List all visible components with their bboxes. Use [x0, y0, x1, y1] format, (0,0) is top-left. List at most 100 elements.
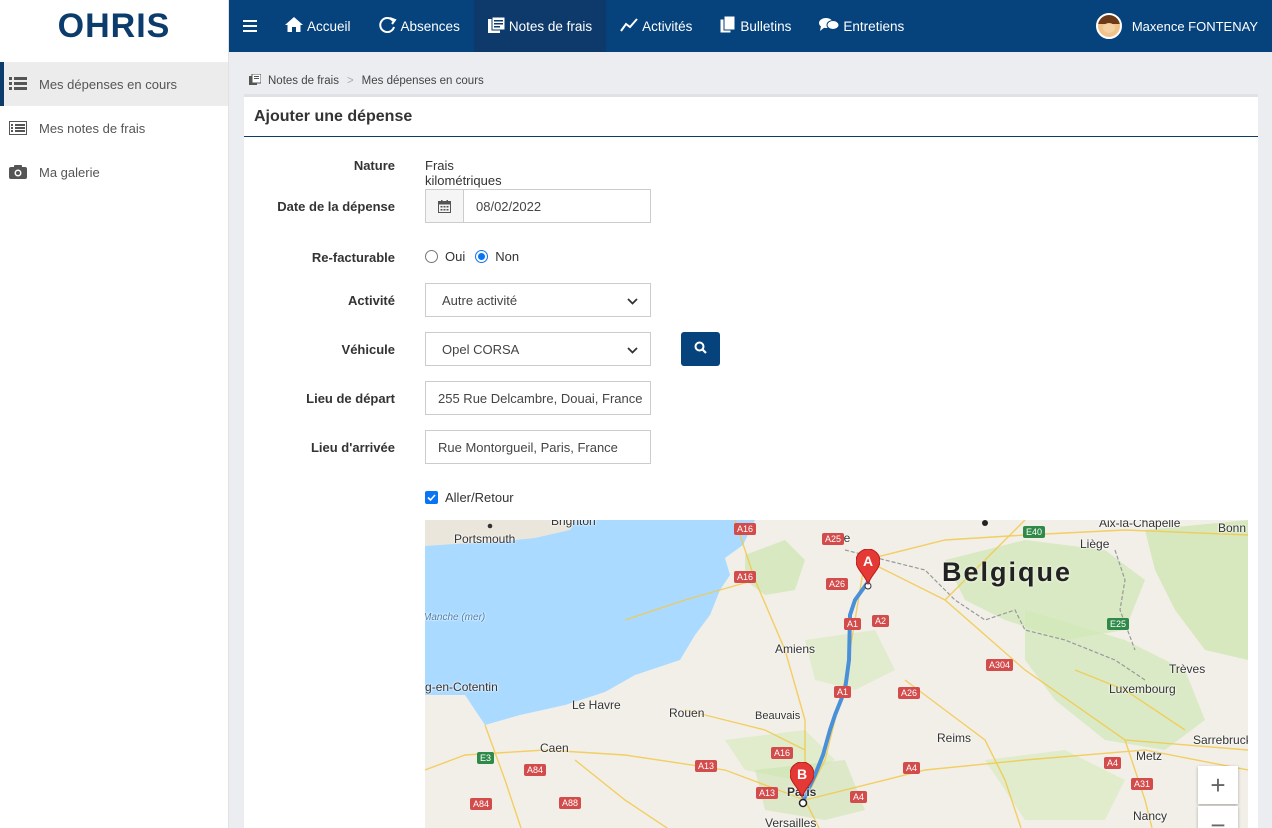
- absence-icon: [378, 16, 401, 36]
- date-row: Date de la dépense 08/02/2022: [244, 189, 651, 223]
- radio-button[interactable]: [425, 250, 438, 263]
- aller-retour-checkbox[interactable]: Aller/Retour: [425, 490, 514, 505]
- marker-label: A: [862, 553, 874, 569]
- vehicle-search-button[interactable]: [681, 332, 720, 366]
- road-shield: A16: [771, 747, 794, 759]
- breadcrumb-separator: >: [346, 75, 354, 87]
- sidebar-item-mes-notes[interactable]: Mes notes de frais: [0, 106, 228, 150]
- road-shield: A4: [903, 762, 921, 774]
- sidebar-item-ma-galerie[interactable]: Ma galerie: [0, 150, 228, 194]
- breadcrumb: Notes de frais > Mes dépenses en cours: [249, 73, 484, 88]
- map-city: Rouen: [669, 706, 705, 720]
- radio-button-checked[interactable]: [475, 250, 489, 263]
- road-shield: A4: [850, 791, 868, 803]
- map-city: Beauvais: [755, 710, 801, 722]
- nav-label: Bulletins: [740, 18, 792, 34]
- map-background: [425, 520, 1248, 828]
- map-city: Portsmouth: [454, 532, 516, 546]
- radio-label: Oui: [445, 249, 466, 264]
- refacturable-row: Re-facturable Oui Non: [244, 247, 519, 267]
- logo[interactable]: OHRIS: [0, 0, 228, 52]
- expense-icon: [249, 73, 262, 88]
- home-icon: [285, 17, 307, 35]
- breadcrumb-current: Mes dépenses en cours: [361, 75, 484, 87]
- map-country-label: Belgique: [942, 557, 1073, 587]
- road-shield: A4: [1104, 757, 1122, 769]
- activite-label: Activité: [348, 292, 395, 308]
- road-shield: A1: [834, 686, 852, 698]
- map-city: Metz: [1136, 749, 1163, 763]
- road-shield: A13: [756, 787, 779, 799]
- sidebar-item-label: Mes notes de frais: [39, 120, 146, 136]
- map-city: Trèves: [1169, 662, 1206, 676]
- sidebar-item-label: Mes dépenses en cours: [39, 76, 178, 92]
- map-city: Le Havre: [572, 698, 621, 712]
- activite-select[interactable]: Autre activité: [425, 283, 651, 317]
- map-city: Nancy: [1133, 809, 1168, 823]
- date-label: Date de la dépense: [277, 198, 395, 214]
- input-value: 255 Rue Delcambre, Douai, France: [438, 390, 643, 406]
- map-city: Brighton: [551, 520, 596, 528]
- sidebar-item-mes-depenses[interactable]: Mes dépenses en cours: [0, 62, 228, 106]
- nav-notes-de-frais[interactable]: Notes de frais: [473, 0, 607, 52]
- map-city: Liège: [1080, 537, 1110, 551]
- date-field[interactable]: 08/02/2022: [425, 189, 651, 223]
- nav-entretiens[interactable]: Entretiens: [805, 0, 918, 52]
- route-map[interactable]: Belgique Brighton Portsmouth Lille Aix-l…: [425, 520, 1248, 828]
- nav-activites[interactable]: Activités: [606, 0, 706, 52]
- search-icon: [694, 341, 707, 357]
- zoom-in-button[interactable]: +: [1198, 766, 1238, 804]
- expense-icon: [487, 16, 509, 36]
- top-navbar: Accueil Absences Notes de frais Activité…: [229, 0, 1272, 52]
- road-shield: A31: [1131, 778, 1154, 790]
- marker-b-icon[interactable]: B: [790, 762, 814, 798]
- road-shield: A13: [695, 760, 718, 772]
- road-shield: A84: [524, 764, 547, 776]
- list-icon: [9, 77, 39, 91]
- marker-label: B: [796, 766, 808, 782]
- marker-a-icon[interactable]: A: [856, 549, 880, 585]
- files-icon: [719, 15, 740, 36]
- map-sea-label: Manche (mer): [425, 612, 486, 623]
- user-name: Maxence FONTENAY: [1131, 18, 1258, 34]
- map-city: Bonn: [1218, 521, 1247, 535]
- nav-label: Activités: [642, 18, 693, 34]
- nav-label: Entretiens: [843, 18, 905, 34]
- radio-oui[interactable]: Oui: [425, 249, 465, 264]
- user-menu[interactable]: Maxence FONTENAY: [1095, 0, 1258, 52]
- calendar-icon[interactable]: [426, 190, 464, 222]
- refacturable-label: Re-facturable: [311, 249, 395, 265]
- map-city: Amiens: [775, 642, 816, 656]
- hamburger-icon[interactable]: [229, 0, 271, 52]
- arrivee-row: Lieu d'arrivée Rue Montorgueil, Paris, F…: [244, 430, 651, 464]
- arrivee-input[interactable]: Rue Montorgueil, Paris, France: [425, 430, 651, 464]
- nature-label: Nature: [353, 157, 395, 173]
- logo-text: OHRIS: [57, 6, 171, 45]
- nav-absences[interactable]: Absences: [365, 0, 474, 52]
- check-icon[interactable]: [425, 491, 438, 504]
- nature-value: Frais kilométriques: [425, 158, 502, 188]
- vehicule-row: Véhicule Opel CORSA: [244, 332, 720, 366]
- nav-bulletins[interactable]: Bulletins: [706, 0, 805, 52]
- sidebar-item-label: Ma galerie: [39, 164, 100, 180]
- chart-line-icon: [620, 17, 642, 35]
- nav-accueil[interactable]: Accueil: [271, 0, 365, 52]
- add-expense-panel: Ajouter une dépense Nature Frais kilomét…: [244, 94, 1258, 828]
- radio-non[interactable]: Non: [475, 249, 519, 264]
- activite-row: Activité Autre activité: [244, 283, 651, 317]
- radio-label: Non: [495, 249, 520, 264]
- road-shield: A88: [559, 797, 582, 809]
- breadcrumb-link[interactable]: Notes de frais: [268, 75, 339, 87]
- road-shield: A26: [826, 578, 849, 590]
- comments-icon: [819, 17, 843, 35]
- road-shield: A16: [734, 571, 757, 583]
- nav-label: Notes de frais: [508, 18, 593, 34]
- vehicule-select[interactable]: Opel CORSA: [425, 332, 651, 366]
- vehicule-label: Véhicule: [341, 341, 395, 357]
- page-title: Ajouter une dépense: [244, 97, 1258, 137]
- nature-row: Nature Frais kilométriques: [244, 155, 502, 189]
- road-shield: A304: [986, 659, 1014, 671]
- chevron-down-icon: [627, 293, 638, 308]
- zoom-out-button[interactable]: −: [1198, 806, 1238, 828]
- depart-input[interactable]: 255 Rue Delcambre, Douai, France: [425, 381, 651, 415]
